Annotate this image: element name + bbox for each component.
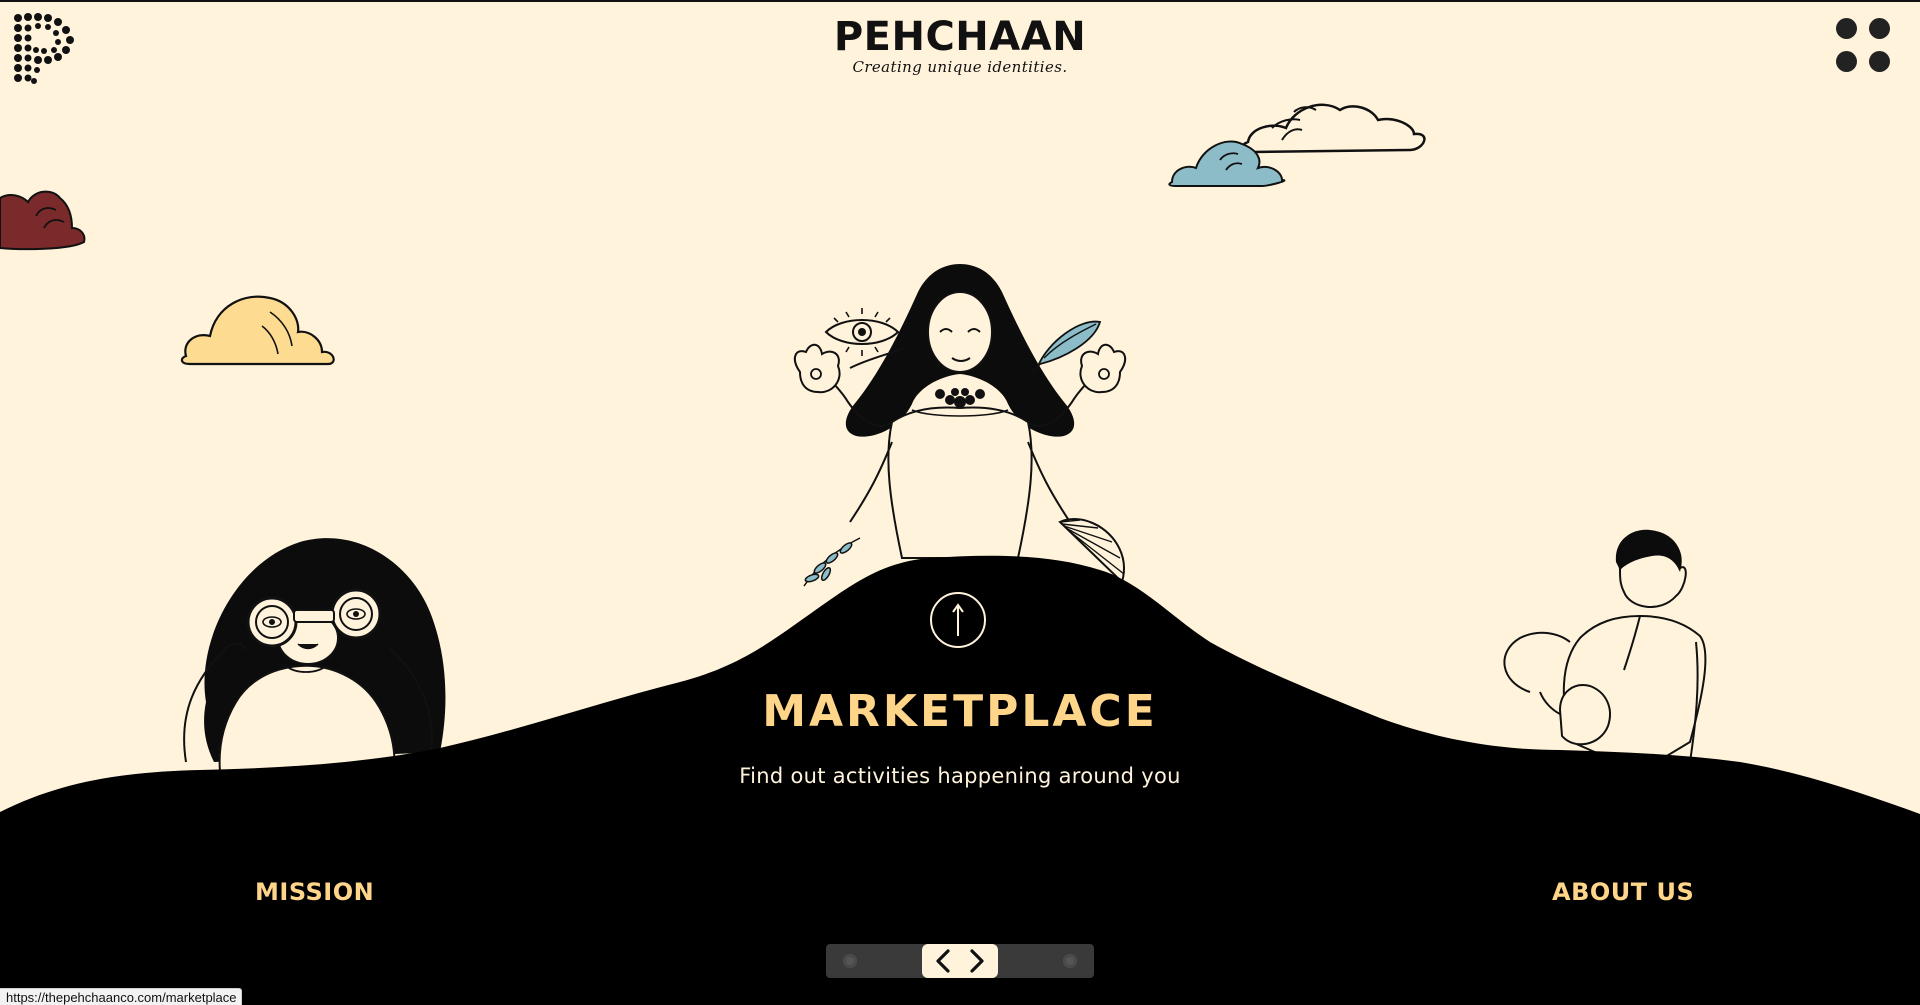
pager-dot-next[interactable] <box>1063 954 1077 968</box>
pager-active-control <box>922 944 998 978</box>
page: PEHCHAAN Creating unique identities. MAR… <box>0 0 1920 1005</box>
menu-dot <box>1836 51 1857 72</box>
cloud-red <box>0 190 86 251</box>
next-button[interactable] <box>965 948 989 974</box>
section-title[interactable]: MARKETPLACE <box>0 686 1920 737</box>
menu-dot <box>1869 51 1890 72</box>
chevron-left-icon <box>936 949 950 973</box>
menu-dot <box>1869 18 1890 39</box>
hero-scene <box>0 103 1920 1005</box>
cloud-yellow <box>180 295 335 366</box>
menu-icon[interactable] <box>1836 18 1892 74</box>
menu-dot <box>1836 18 1857 39</box>
carousel-pager <box>826 944 1094 978</box>
cloud-white <box>1240 103 1426 154</box>
brand-tagline: Creating unique identities. <box>852 58 1068 76</box>
status-bar-url: https://thepehchaanco.com/marketplace <box>0 988 242 1005</box>
pager-dot-previous[interactable] <box>843 954 857 968</box>
arrow-up-icon <box>952 603 964 636</box>
prev-button[interactable] <box>931 948 955 974</box>
brand-title: PEHCHAAN <box>833 14 1087 60</box>
chevron-right-icon <box>970 949 984 973</box>
meditating-woman-illustration <box>793 264 1127 587</box>
section-description: Find out activities happening around you <box>739 764 1181 788</box>
brand-header[interactable]: PEHCHAAN Creating unique identities. <box>834 16 1086 76</box>
brand-logo[interactable] <box>10 12 76 86</box>
mission-link[interactable]: MISSION <box>255 878 374 906</box>
about-us-link[interactable]: ABOUT US <box>1552 878 1694 906</box>
scroll-up-button[interactable] <box>930 592 986 648</box>
